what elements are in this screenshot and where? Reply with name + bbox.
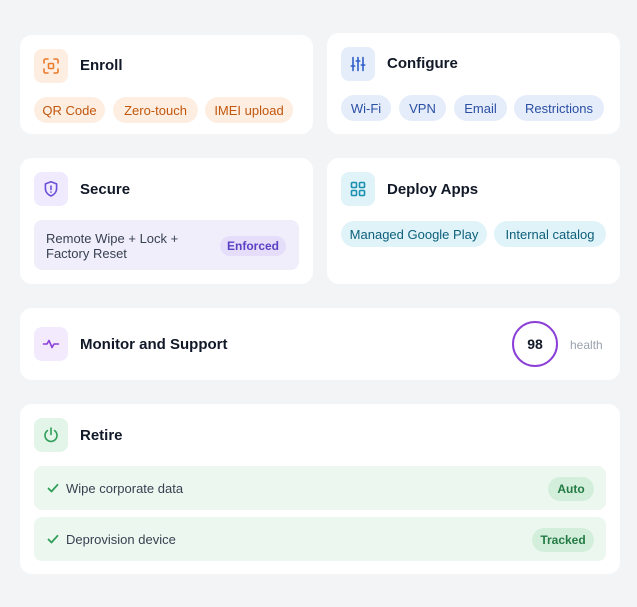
retire-item-label: Wipe corporate data: [66, 481, 184, 496]
secure-policy-line-2: Factory Reset: [46, 246, 127, 261]
shield-icon: [34, 172, 68, 206]
tag-email[interactable]: Email: [454, 95, 507, 121]
monitor-support-title: Monitor and Support: [80, 336, 228, 353]
pulse-icon: [34, 327, 68, 361]
sliders-icon: [341, 47, 375, 81]
tag-managed-google-play[interactable]: Managed Google Play: [341, 221, 487, 247]
tag-vpn[interactable]: VPN: [399, 95, 446, 121]
health-score-value: 98: [527, 336, 543, 352]
check-icon: [46, 532, 60, 546]
health-label: health: [570, 338, 603, 352]
retire-title: Retire: [80, 427, 123, 444]
retire-item: Deprovision device Tracked: [34, 517, 606, 561]
deploy-apps-title: Deploy Apps: [387, 181, 479, 198]
secure-policy-row: Remote Wipe + Lock + Factory Reset Enfor…: [34, 220, 299, 270]
configure-card[interactable]: Configure Wi-Fi VPN Email Restrictions: [327, 33, 620, 134]
power-icon: [34, 418, 68, 452]
grid-icon: [341, 172, 375, 206]
status-badge: Enforced: [220, 236, 286, 256]
monitor-support-card[interactable]: Monitor and Support 98 health: [20, 308, 620, 380]
retire-item: Wipe corporate data Auto: [34, 466, 606, 510]
retire-item-status: Tracked: [532, 528, 594, 552]
retire-card[interactable]: Retire Wipe corporate data Auto Deprovis…: [20, 404, 620, 574]
tag-zero-touch[interactable]: Zero-touch: [113, 97, 198, 123]
check-icon: [46, 481, 60, 495]
deploy-apps-card[interactable]: Deploy Apps Managed Google Play Internal…: [327, 158, 620, 284]
tag-imei-upload[interactable]: IMEI upload: [205, 97, 293, 123]
retire-item-label: Deprovision device: [66, 532, 176, 547]
tag-wifi[interactable]: Wi-Fi: [341, 95, 391, 121]
health-score-ring: 98: [512, 321, 558, 367]
secure-title: Secure: [80, 181, 131, 198]
tag-qr-code[interactable]: QR Code: [34, 97, 105, 123]
tag-internal-catalog[interactable]: Internal catalog: [494, 221, 606, 247]
retire-item-status: Auto: [548, 477, 594, 501]
tag-restrictions[interactable]: Restrictions: [514, 95, 604, 121]
scan-icon: [34, 49, 68, 83]
enroll-card[interactable]: Enroll QR Code Zero-touch IMEI upload: [20, 35, 313, 134]
configure-title: Configure: [387, 55, 458, 72]
secure-card[interactable]: Secure Remote Wipe + Lock + Factory Rese…: [20, 158, 313, 284]
enroll-title: Enroll: [80, 57, 123, 74]
secure-policy-line-1: Remote Wipe + Lock +: [46, 231, 179, 246]
